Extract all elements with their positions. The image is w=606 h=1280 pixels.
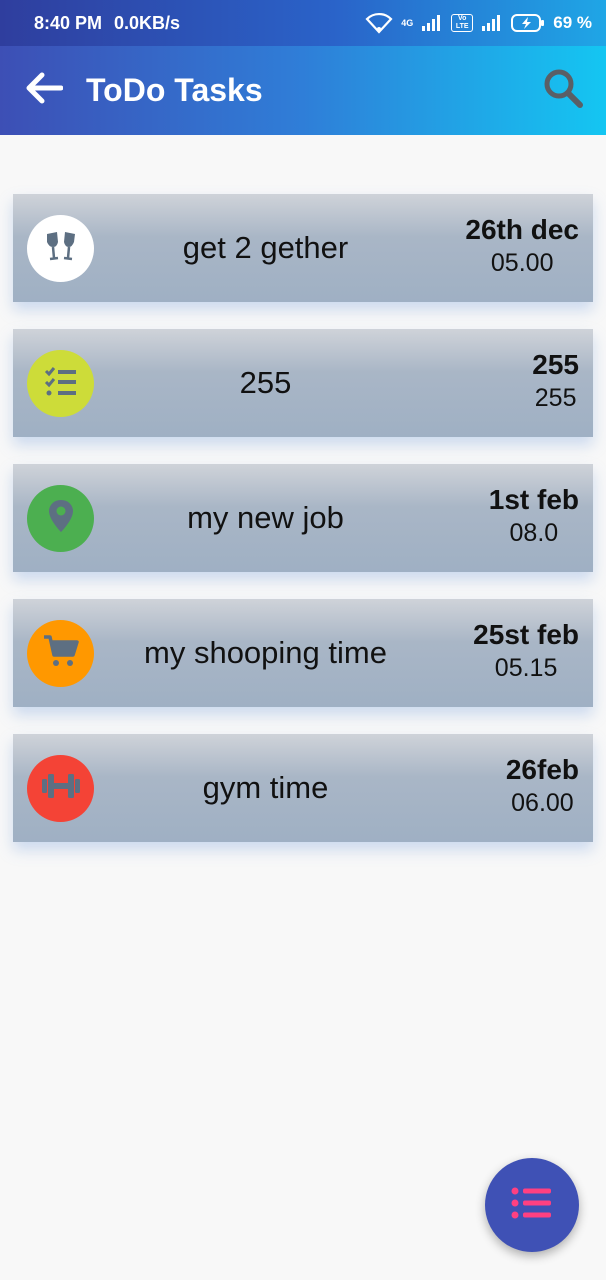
task-date: 26th dec bbox=[465, 214, 579, 245]
back-button[interactable] bbox=[24, 71, 64, 111]
search-button[interactable] bbox=[540, 68, 586, 114]
location-pin-icon bbox=[41, 496, 81, 541]
checklist-icon bbox=[41, 361, 81, 406]
cheers-icon bbox=[41, 226, 81, 271]
task-time: 05.00 bbox=[490, 249, 554, 277]
signal-icon-2 bbox=[481, 14, 503, 32]
task-avatar bbox=[27, 485, 94, 552]
task-avatar bbox=[27, 215, 94, 282]
shopping-cart-icon bbox=[41, 631, 81, 676]
wifi-icon bbox=[365, 12, 393, 34]
task-date: 26feb bbox=[505, 754, 579, 785]
page-title: ToDo Tasks bbox=[86, 72, 263, 108]
task-time: 05.15 bbox=[494, 654, 558, 682]
task-meta: 25st feb 05.15 bbox=[473, 619, 579, 685]
task-date: 255 bbox=[532, 349, 579, 380]
app-bar: ToDo Tasks bbox=[0, 46, 606, 135]
task-time: 08.0 bbox=[509, 519, 559, 547]
task-avatar bbox=[27, 755, 94, 822]
task-avatar bbox=[27, 350, 94, 417]
status-time: 8:40 PM bbox=[34, 12, 103, 33]
task-card[interactable]: get 2 gether 26th dec 05.00 bbox=[13, 194, 593, 302]
task-meta: 255 255 bbox=[532, 349, 579, 415]
task-title: my new job bbox=[187, 500, 344, 535]
signal-icon bbox=[421, 14, 443, 32]
list-icon bbox=[510, 1183, 554, 1228]
task-title: 255 bbox=[239, 365, 292, 400]
task-card[interactable]: 255 255 255 bbox=[13, 329, 593, 437]
task-date: 25st feb bbox=[473, 619, 579, 650]
task-card[interactable]: my new job 1st feb 08.0 bbox=[13, 464, 593, 572]
dumbbell-icon bbox=[39, 766, 83, 811]
battery-icon bbox=[511, 13, 545, 33]
task-time: 06.00 bbox=[511, 789, 574, 817]
task-meta: 26th dec 05.00 bbox=[465, 214, 579, 280]
task-meta: 1st feb 08.0 bbox=[489, 484, 579, 550]
search-icon bbox=[542, 67, 584, 114]
volte-badge: Vo LTE bbox=[451, 14, 474, 32]
task-card[interactable]: gym time 26feb 06.00 bbox=[13, 734, 593, 842]
status-speed: 0.0KB/s bbox=[114, 12, 181, 33]
task-title: get 2 gether bbox=[182, 230, 349, 265]
battery-percent: 69 % bbox=[553, 13, 592, 32]
task-avatar bbox=[27, 620, 94, 687]
task-meta: 26feb 06.00 bbox=[506, 754, 579, 820]
task-time: 255 bbox=[534, 384, 577, 412]
arrow-back-icon bbox=[25, 71, 64, 110]
task-list: get 2 gether 26th dec 05.00 255 255 255 … bbox=[13, 194, 593, 869]
task-date: 1st feb bbox=[488, 484, 579, 515]
task-title: my shooping time bbox=[144, 635, 387, 670]
task-title: gym time bbox=[202, 770, 329, 805]
task-card[interactable]: my shooping time 25st feb 05.15 bbox=[13, 599, 593, 707]
status-bar: 8:40 PM 0.0KB/s 4G Vo LTE 69 % bbox=[0, 0, 606, 46]
network-type-label: 4G bbox=[401, 18, 414, 28]
add-task-fab[interactable] bbox=[485, 1158, 579, 1252]
